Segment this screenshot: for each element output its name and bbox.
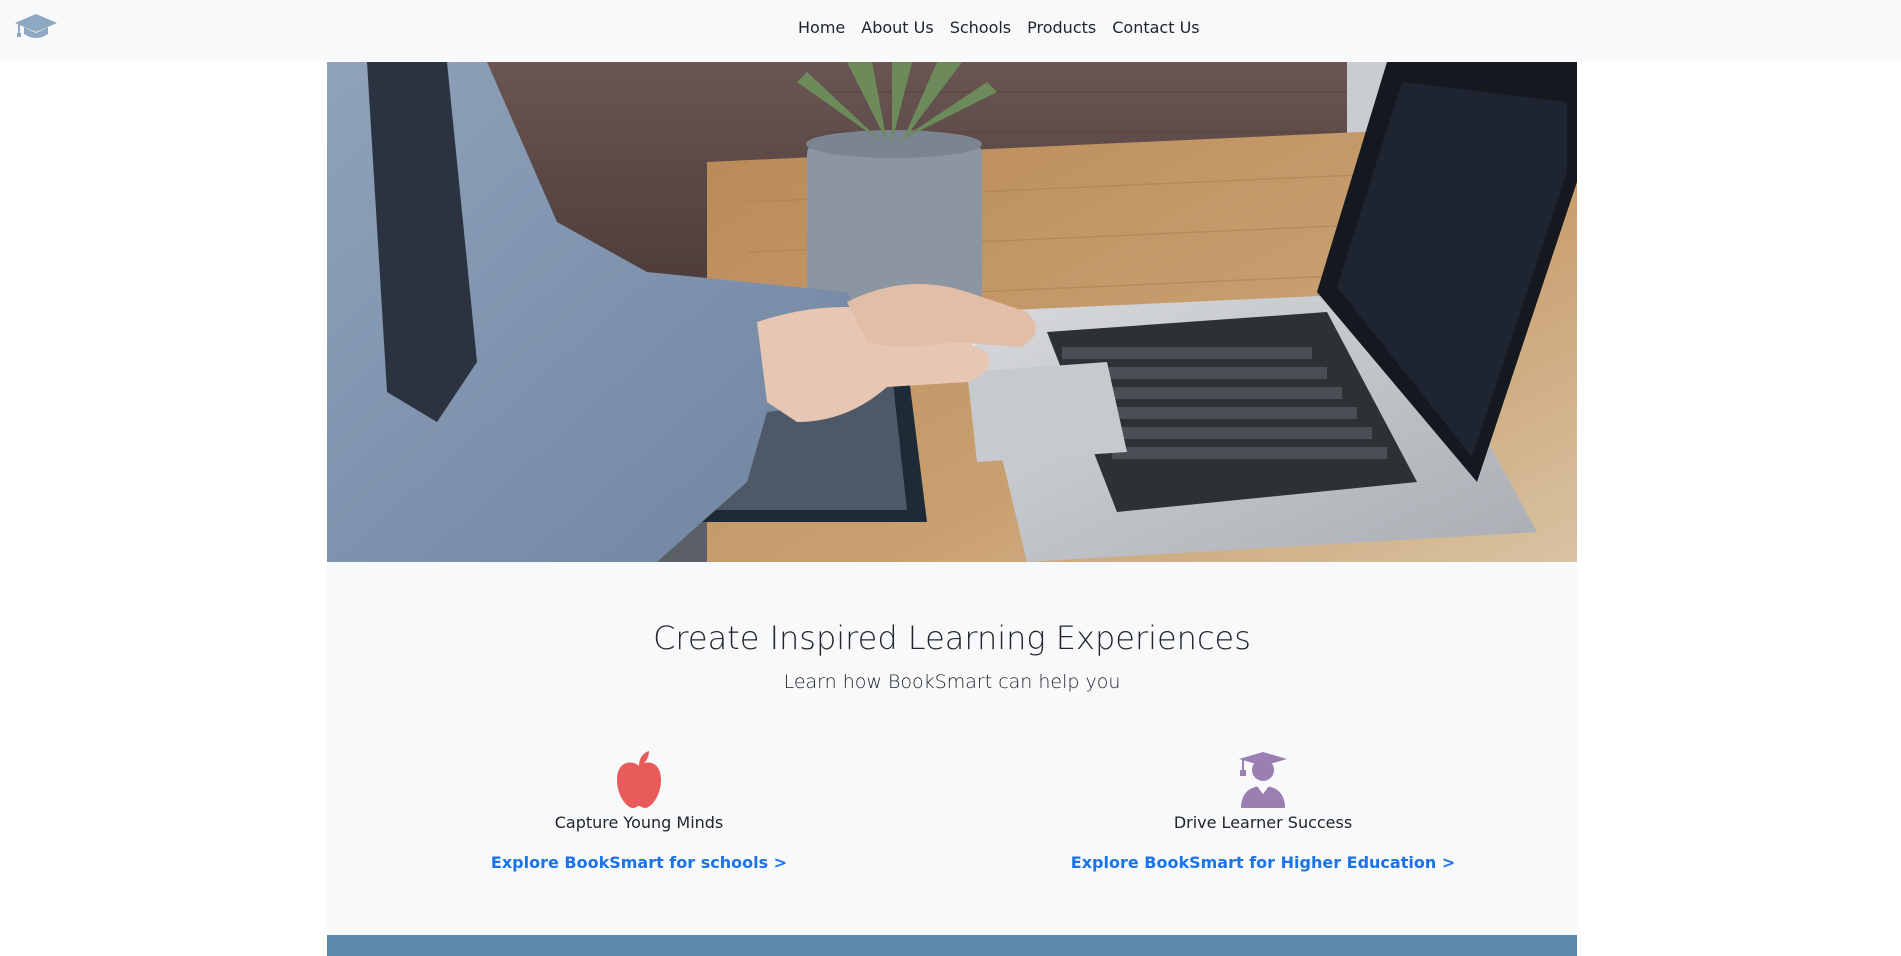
nav-link-home[interactable]: Home: [790, 17, 853, 39]
main-nav: Home About Us Schools Products Contact U…: [790, 17, 1208, 39]
features-section: Create Inspired Learning Experiences Lea…: [327, 562, 1577, 935]
apple-icon: [617, 751, 661, 808]
feature-title: Capture Young Minds: [554, 813, 724, 832]
nav-link-contact-us[interactable]: Contact Us: [1104, 17, 1207, 39]
explore-schools-link[interactable]: Explore BookSmart for schools >: [491, 852, 787, 874]
nav-link-about-us[interactable]: About Us: [853, 17, 941, 39]
feature-schools: Capture Young Minds Explore BookSmart fo…: [439, 750, 839, 874]
explore-higher-education-link[interactable]: Explore BookSmart for Higher Education >: [1071, 852, 1455, 874]
nav-link-schools[interactable]: Schools: [942, 17, 1019, 39]
brand-logo[interactable]: [14, 12, 58, 42]
graduate-user-icon: [1239, 752, 1287, 808]
nav-link-products[interactable]: Products: [1019, 17, 1104, 39]
section-heading: Create Inspired Learning Experiences: [653, 619, 1251, 657]
feature-title: Drive Learner Success: [1173, 813, 1353, 832]
footer-bar: [327, 935, 1577, 956]
feature-higher-education: Drive Learner Success Explore BookSmart …: [1063, 750, 1463, 874]
section-subheading: Learn how BookSmart can help you: [783, 671, 1121, 693]
hero-illustration: [327, 62, 1577, 562]
navbar: Home About Us Schools Products Contact U…: [0, 0, 1901, 61]
graduation-cap-icon: [15, 14, 57, 38]
hero-image: [327, 62, 1577, 562]
